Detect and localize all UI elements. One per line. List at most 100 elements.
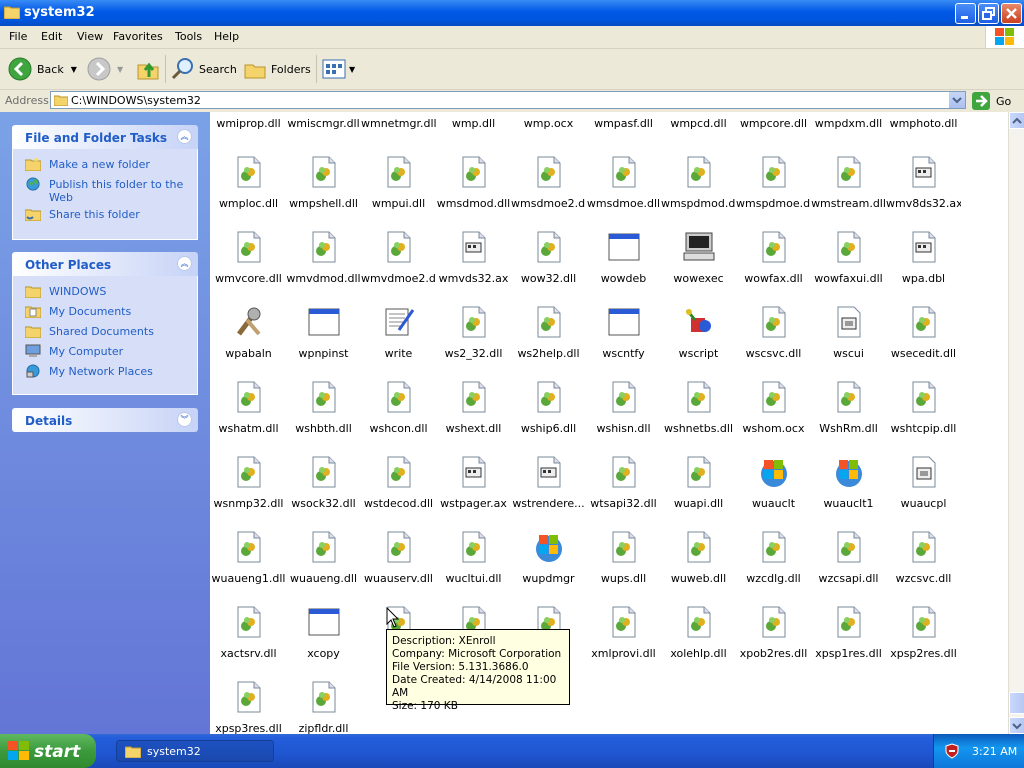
file-item[interactable]: wuweb.dll — [661, 531, 736, 606]
taskbar-button-system32[interactable]: system32 — [116, 740, 274, 762]
forward-button[interactable]: ▼ — [87, 57, 123, 81]
file-item[interactable]: wscsvc.dll — [736, 306, 811, 381]
my-documents-link[interactable]: My Documents — [13, 302, 197, 322]
back-dropdown-icon[interactable]: ▼ — [71, 65, 77, 74]
my-computer-link[interactable]: My Computer — [13, 342, 197, 362]
folders-button[interactable]: Folders — [243, 57, 311, 81]
panel-header[interactable]: Details ︾ — [12, 408, 198, 432]
views-dropdown-icon[interactable]: ▼ — [349, 65, 355, 74]
views-button[interactable]: ▼ — [322, 57, 355, 81]
file-item[interactable]: wuauserv.dll — [361, 531, 436, 606]
file-item[interactable]: wmvds32.ax — [436, 231, 511, 306]
start-button[interactable]: start — [0, 734, 96, 768]
file-item[interactable]: wstrendere... — [511, 456, 586, 531]
scroll-thumb[interactable] — [1009, 692, 1024, 714]
up-folder-button[interactable] — [136, 57, 160, 81]
file-item[interactable]: wsnmp32.dll — [211, 456, 286, 531]
file-item[interactable]: wsock32.dll — [286, 456, 361, 531]
menu-view[interactable]: View — [77, 30, 103, 43]
file-item[interactable]: wpnpinst — [286, 306, 361, 381]
back-button[interactable]: Back ▼ — [8, 57, 77, 81]
file-item[interactable]: wshbth.dll — [286, 381, 361, 456]
file-item[interactable]: wucltui.dll — [436, 531, 511, 606]
menu-tools[interactable]: Tools — [175, 30, 202, 43]
file-item[interactable]: ws2help.dll — [511, 306, 586, 381]
file-item[interactable]: xpob2res.dll — [736, 606, 811, 681]
windows-folder-link[interactable]: WINDOWS — [13, 282, 197, 302]
file-item[interactable]: wmp.ocx — [511, 117, 586, 131]
file-item[interactable]: wuauclt — [736, 456, 811, 531]
address-input[interactable]: C:\WINDOWS\system32 — [50, 91, 966, 109]
file-item[interactable]: wmvcore.dll — [211, 231, 286, 306]
file-item[interactable]: wuauclt1 — [811, 456, 886, 531]
file-item[interactable]: wuapi.dll — [661, 456, 736, 531]
shared-documents-link[interactable]: Shared Documents — [13, 322, 197, 342]
vertical-scrollbar[interactable] — [1008, 112, 1024, 734]
panel-header[interactable]: Other Places ︽ — [12, 252, 198, 276]
file-item[interactable]: wstpager.ax — [436, 456, 511, 531]
file-item[interactable]: wupdmgr — [511, 531, 586, 606]
file-item[interactable]: xcopy — [286, 606, 361, 681]
address-dropdown-button[interactable] — [949, 92, 965, 108]
menu-edit[interactable]: Edit — [41, 30, 62, 43]
file-item[interactable]: xmlprovi.dll — [586, 606, 661, 681]
share-folder-link[interactable]: Share this folder — [13, 205, 197, 225]
file-item[interactable]: wmsdmoe.dll — [586, 156, 661, 231]
file-item[interactable]: wmpshell.dll — [286, 156, 361, 231]
file-item[interactable]: WshRm.dll — [811, 381, 886, 456]
file-item[interactable]: wmspdmoe.dll — [736, 156, 811, 231]
file-item[interactable]: wmspdmod.dll — [661, 156, 736, 231]
file-item[interactable]: wshext.dll — [436, 381, 511, 456]
restore-button[interactable] — [978, 3, 999, 24]
file-item[interactable]: wscript — [661, 306, 736, 381]
go-button[interactable]: Go — [972, 92, 1011, 110]
file-item[interactable]: xpsp1res.dll — [811, 606, 886, 681]
file-item[interactable]: ws2_32.dll — [436, 306, 511, 381]
file-item[interactable]: write — [361, 306, 436, 381]
file-item[interactable]: wmphoto.dll — [886, 117, 961, 131]
file-item[interactable]: wshtcpip.dll — [886, 381, 961, 456]
file-item[interactable]: wstdecod.dll — [361, 456, 436, 531]
file-item[interactable]: wmvdmoe2.dll — [361, 231, 436, 306]
file-item[interactable]: wmpcore.dll — [736, 117, 811, 131]
file-item[interactable]: wmvdmod.dll — [286, 231, 361, 306]
file-item[interactable]: xpsp2res.dll — [886, 606, 961, 681]
file-item[interactable]: wzcsvc.dll — [886, 531, 961, 606]
file-item[interactable]: wsecedit.dll — [886, 306, 961, 381]
file-item[interactable]: wshnetbs.dll — [661, 381, 736, 456]
file-item[interactable]: wmploc.dll — [211, 156, 286, 231]
menu-file[interactable]: File — [9, 30, 27, 43]
close-button[interactable] — [1001, 3, 1022, 24]
file-item[interactable]: xactsrv.dll — [211, 606, 286, 681]
file-item[interactable]: wmsdmod.dll — [436, 156, 511, 231]
file-item[interactable]: wshatm.dll — [211, 381, 286, 456]
my-network-places-link[interactable]: My Network Places — [13, 362, 197, 382]
file-item[interactable]: wmstream.dll — [811, 156, 886, 231]
forward-dropdown-icon[interactable]: ▼ — [117, 65, 123, 74]
file-item[interactable]: wuaucpl — [886, 456, 961, 531]
collapse-icon[interactable]: ︽ — [177, 129, 192, 144]
file-item[interactable]: wups.dll — [586, 531, 661, 606]
collapse-icon[interactable]: ︽ — [177, 256, 192, 271]
file-item[interactable]: wow32.dll — [511, 231, 586, 306]
file-item[interactable]: wzcsapi.dll — [811, 531, 886, 606]
file-item[interactable]: wship6.dll — [511, 381, 586, 456]
file-item[interactable]: wshcon.dll — [361, 381, 436, 456]
make-new-folder-link[interactable]: Make a new folder — [13, 155, 197, 175]
file-item[interactable]: wpa.dbl — [886, 231, 961, 306]
file-item[interactable]: wmpui.dll — [361, 156, 436, 231]
file-item[interactable]: wmiscmgr.dll — [286, 117, 361, 131]
file-item[interactable]: wowdeb — [586, 231, 661, 306]
file-item[interactable]: xpsp3res.dll — [211, 681, 286, 734]
file-item[interactable]: wshisn.dll — [586, 381, 661, 456]
file-item[interactable]: wscntfy — [586, 306, 661, 381]
file-item[interactable]: wmv8ds32.ax — [886, 156, 961, 231]
file-item[interactable]: wscui — [811, 306, 886, 381]
publish-folder-link[interactable]: Publish this folder to the Web — [13, 175, 197, 205]
file-item[interactable]: wowexec — [661, 231, 736, 306]
file-item[interactable]: wmp.dll — [436, 117, 511, 131]
file-item[interactable]: wtsapi32.dll — [586, 456, 661, 531]
minimize-button[interactable] — [955, 3, 976, 24]
file-item[interactable]: zipfldr.dll — [286, 681, 361, 734]
menu-favorites[interactable]: Favorites — [113, 30, 163, 43]
